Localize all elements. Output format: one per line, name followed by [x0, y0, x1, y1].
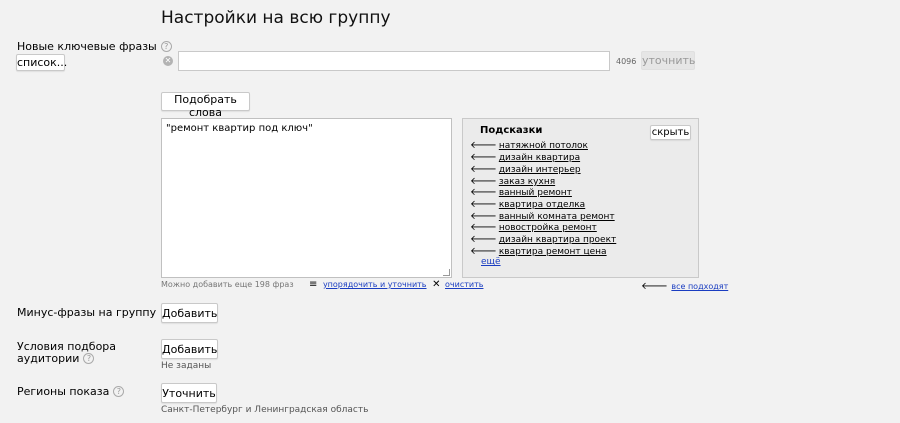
sort-icon: ≡ — [309, 279, 318, 290]
sort-refine-link[interactable]: упорядочить и уточнить — [323, 280, 427, 289]
close-icon: ✕ — [432, 279, 441, 290]
suggestion-link[interactable]: дизайн интерьер — [499, 165, 581, 175]
list-button[interactable]: список... — [16, 54, 67, 71]
all-suitable-control[interactable]: 🡐 все подходят — [641, 280, 728, 292]
suggestion-item[interactable]: 🡐 дизайн квартира — [470, 152, 580, 164]
minus-phrases-label: Минус-фразы на группу — [17, 306, 157, 319]
more-suggestions-link[interactable]: ещё — [481, 257, 501, 267]
suggestion-item[interactable]: 🡐 квартира отделка — [470, 199, 585, 211]
remaining-phrases-text: Можно добавить еще 198 фраз — [161, 280, 294, 289]
refine-regions-button[interactable]: Уточнить — [161, 383, 217, 403]
arrow-left-icon: 🡐 — [470, 246, 497, 257]
new-phrase-input[interactable] — [178, 51, 610, 71]
all-suitable-link[interactable]: все подходят — [671, 282, 728, 291]
arrow-left-icon: 🡐 — [470, 187, 497, 198]
suggestion-link[interactable]: новостройка ремонт — [499, 223, 597, 233]
help-icon[interactable]: ? — [160, 41, 172, 52]
phrases-textarea[interactable]: "ремонт квартир под ключ" — [161, 118, 452, 278]
suggestion-link[interactable]: заказ кухня — [499, 177, 555, 187]
arrow-left-icon: 🡐 — [470, 152, 497, 163]
suggestion-item[interactable]: 🡐 ванный ремонт — [470, 187, 572, 199]
keywords-label-text: Новые ключевые фразы — [17, 40, 157, 53]
arrow-left-icon: 🡐 — [470, 176, 497, 187]
regions-label-text: Регионы показа — [17, 385, 110, 398]
suggestions-panel: Подсказки скрыть 🡐 натяжной потолок 🡐 диза… — [462, 118, 699, 278]
pick-words-button[interactable]: Подобрать слова — [161, 92, 250, 119]
clear-input-icon[interactable]: ✕ — [163, 56, 173, 66]
suggestion-link[interactable]: дизайн квартира — [499, 153, 580, 163]
arrow-left-icon: 🡐 — [470, 222, 497, 233]
clear-link[interactable]: очистить — [445, 280, 483, 289]
hide-suggestions-button[interactable]: скрыть — [650, 125, 691, 140]
suggestion-link[interactable]: ванный ремонт — [499, 188, 572, 198]
suggestion-item[interactable]: 🡐 дизайн интерьер — [470, 164, 581, 176]
suggestion-link[interactable]: ванный комната ремонт — [499, 212, 615, 222]
add-audience-button[interactable]: Добавить — [161, 339, 218, 359]
suggestion-link[interactable]: дизайн квартира проект — [499, 235, 616, 245]
resize-handle[interactable] — [443, 269, 450, 276]
help-icon[interactable]: ? — [113, 386, 125, 397]
phrases-textarea-wrap: "ремонт квартир под ключ" — [161, 118, 452, 278]
arrow-left-icon: 🡐 — [470, 199, 497, 210]
arrow-left-icon: 🡐 — [470, 140, 497, 151]
arrow-left-icon: 🡐 — [470, 211, 497, 222]
suggestions-title: Подсказки — [480, 125, 543, 136]
page-title: Настройки на всю группу — [161, 8, 391, 28]
arrow-left-icon: 🡐 — [470, 164, 497, 175]
audience-label: Условия подбора аудитории? — [17, 341, 116, 365]
suggestion-link[interactable]: натяжной потолок — [499, 141, 588, 151]
audience-label-line2: аудитории — [17, 352, 80, 365]
regions-label: Регионы показа? — [17, 385, 125, 398]
suggestion-item[interactable]: 🡐 натяжной потолок — [470, 140, 588, 152]
audience-status: Не заданы — [161, 361, 212, 371]
arrow-left-icon: 🡐 — [641, 281, 668, 292]
suggestion-item[interactable]: 🡐 новостройка ремонт — [470, 222, 597, 234]
arrow-left-icon: 🡐 — [470, 234, 497, 245]
char-counter: 4096 — [616, 57, 637, 66]
add-minus-phrases-button[interactable]: Добавить — [161, 303, 218, 323]
suggestion-item[interactable]: 🡐 дизайн квартира проект — [470, 234, 616, 246]
keywords-label: Новые ключевые фразы? — [17, 40, 172, 53]
suggestion-link[interactable]: квартира ремонт цена — [499, 247, 607, 257]
refine-button[interactable]: уточнить — [641, 51, 695, 70]
suggestion-link[interactable]: квартира отделка — [499, 200, 585, 210]
sort-refine-control: ≡ упорядочить и уточнить ✕ очистить — [309, 279, 483, 290]
regions-value: Санкт-Петербург и Ленинградская область — [161, 405, 369, 415]
help-icon[interactable]: ? — [83, 353, 95, 364]
